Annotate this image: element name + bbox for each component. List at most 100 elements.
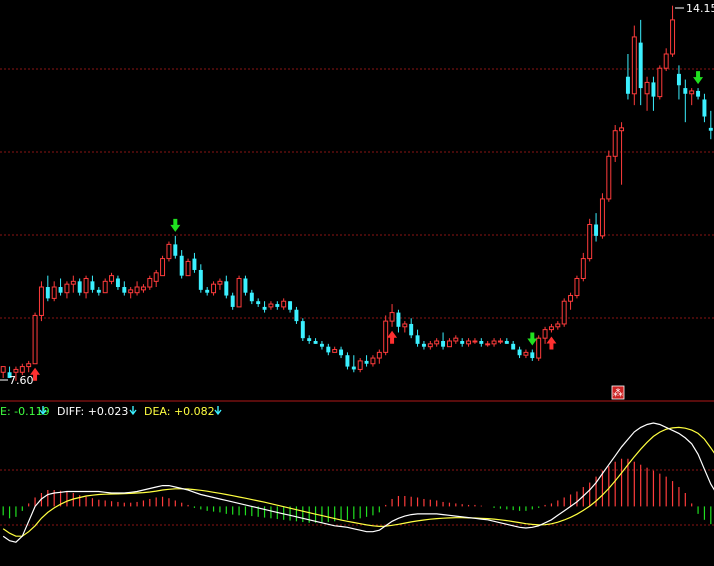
dea-line [2, 426, 714, 537]
candle [236, 275, 242, 308]
candle [224, 275, 229, 299]
candle-body [511, 343, 516, 350]
candle-body [497, 340, 503, 343]
candle [300, 318, 305, 342]
candle [574, 275, 580, 299]
candle [58, 278, 63, 296]
candle-body [479, 341, 484, 344]
candle-body [319, 343, 324, 347]
candle-body [574, 277, 580, 297]
candle [530, 349, 535, 361]
diff-line [2, 422, 714, 543]
candle-body [619, 127, 625, 132]
candle-body [198, 269, 203, 290]
candle [262, 301, 267, 313]
candle-body [427, 343, 433, 348]
candle [243, 275, 248, 296]
candle-body [243, 278, 248, 293]
candle-body [389, 312, 395, 322]
candle-body [708, 127, 713, 131]
candle-body [357, 360, 363, 370]
candle [708, 110, 713, 140]
candle [453, 335, 459, 344]
candle [376, 349, 382, 364]
candle-body [32, 314, 38, 365]
candle [45, 275, 50, 302]
macd-indicator-header: E: -0.119 DIFF: +0.023 DEA: +0.082 [0, 405, 222, 418]
candle-body [256, 301, 261, 305]
candle [441, 332, 446, 350]
candle [115, 275, 120, 290]
candle-body [466, 340, 472, 345]
candle [134, 281, 140, 296]
candle-body [364, 360, 369, 364]
svg-text:⁂: ⁂ [613, 387, 623, 399]
candle-body [45, 287, 50, 299]
candle [702, 93, 707, 123]
candle-body [217, 280, 223, 285]
candle-body [115, 278, 120, 288]
candle-body [638, 42, 643, 89]
candle-body [376, 351, 382, 359]
candle [294, 306, 299, 324]
candle [485, 341, 491, 347]
candle [396, 309, 401, 333]
max-price-label: 14.15 [686, 2, 714, 15]
candle-body [102, 280, 108, 294]
candle-body [409, 323, 414, 336]
candle-body [670, 19, 676, 55]
special-marker-badge[interactable]: ⁂ [611, 385, 625, 400]
candle [179, 250, 184, 279]
candle [409, 318, 414, 339]
candle [580, 252, 586, 282]
candle [256, 298, 261, 307]
candle-body [64, 283, 70, 294]
candle-body [676, 73, 681, 86]
candle-body [122, 287, 127, 293]
candle [160, 255, 166, 277]
candle-body [249, 292, 254, 302]
candle [657, 65, 663, 100]
candle [205, 287, 210, 296]
candle-body [370, 357, 376, 365]
candle [594, 213, 599, 242]
down-arrow-icon [129, 406, 137, 416]
candle-body [351, 366, 356, 370]
candle [147, 275, 153, 290]
candle-body [262, 306, 267, 310]
stock-chart[interactable]: 14.15 7.60 ⁂ E: -0.119 DIFF: +0.023 DEA:… [0, 0, 714, 566]
candle-body [275, 304, 280, 307]
candle [140, 284, 146, 293]
candle-body [651, 82, 656, 97]
candle [511, 341, 516, 350]
candle-body [663, 53, 669, 69]
candle [51, 281, 57, 302]
candle [599, 193, 605, 239]
candle [542, 326, 548, 344]
candle [479, 338, 484, 347]
candle [619, 122, 625, 185]
candle-body [70, 280, 76, 285]
candle-body [396, 312, 401, 327]
candle-body [434, 340, 440, 345]
candle [696, 88, 701, 100]
candle [370, 355, 376, 367]
candle-body [128, 289, 134, 294]
candle [466, 338, 472, 347]
candle-body [211, 283, 217, 294]
candle [651, 76, 656, 111]
candle-body [313, 341, 318, 344]
candle [357, 358, 363, 373]
candle-body [307, 338, 312, 342]
candle-body [587, 223, 593, 260]
candle [389, 304, 395, 327]
candle-body [300, 321, 305, 339]
candle [153, 269, 159, 288]
candle [568, 292, 574, 310]
candle [249, 289, 254, 305]
candle [548, 323, 554, 333]
candle [122, 281, 127, 296]
candle [446, 338, 452, 348]
candle-body [612, 130, 618, 157]
candle [491, 338, 497, 347]
